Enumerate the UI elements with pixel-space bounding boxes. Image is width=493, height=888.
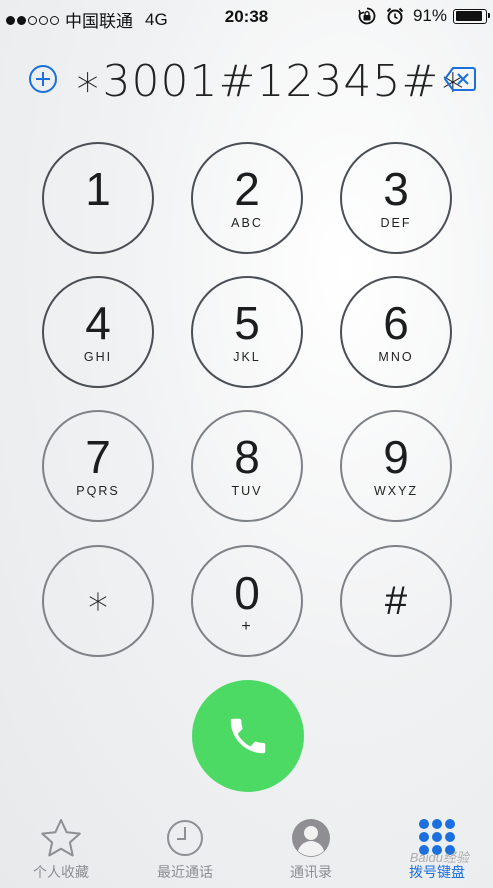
key-9[interactable]: 9 WXYZ (340, 410, 452, 522)
key-8[interactable]: 8 TUV (191, 410, 303, 522)
status-right: 91% (357, 6, 490, 26)
key-3[interactable]: 3 DEF (340, 142, 452, 254)
key-5[interactable]: 5 JKL (191, 276, 303, 388)
key-letters: MNO (378, 350, 414, 364)
key-digit: 3 (383, 163, 409, 215)
key-digit: 5 (234, 297, 260, 349)
key-1[interactable]: 1 (42, 142, 154, 254)
key-digit: # (384, 579, 408, 623)
key-letters: JKL (233, 350, 261, 364)
star-icon (41, 819, 81, 857)
key-digit: 1 (85, 163, 111, 215)
key-6[interactable]: 6 MNO (340, 276, 452, 388)
tab-bar: 个人收藏 最近通话 通讯录 拨号键盘 Baidu经验 (0, 812, 493, 888)
tab-favorites[interactable]: 个人收藏 (6, 812, 116, 882)
key-0[interactable]: 0 + (191, 545, 303, 657)
key-digit: 7 (85, 431, 111, 483)
key-letters: DEF (380, 216, 412, 230)
contacts-icon (292, 819, 330, 857)
key-letters: TUV (231, 484, 263, 498)
tab-contacts[interactable]: 通讯录 (256, 812, 366, 882)
alarm-icon (386, 7, 404, 25)
key-digit: 4 (85, 297, 111, 349)
watermark: Baidu经验 (409, 850, 469, 865)
phone-icon (230, 718, 266, 754)
key-letters: WXYZ (373, 484, 419, 498)
key-4[interactable]: 4 GHI (42, 276, 154, 388)
key-digit: 6 (383, 297, 409, 349)
key-digit: 0 (234, 567, 260, 619)
number-display: ∗3001#12345#∗ (0, 52, 493, 112)
status-bar: 中国联通 4G 20:38 91% (0, 0, 493, 34)
key-digit: ∗ (85, 579, 111, 623)
key-letters: + (241, 618, 253, 635)
key-digit: 9 (383, 431, 409, 483)
key-digit: 8 (234, 431, 260, 483)
key-letters: PQRS (76, 484, 120, 498)
tab-recents[interactable]: 最近通话 (130, 812, 240, 882)
key-7[interactable]: 7 PQRS (42, 410, 154, 522)
rotation-lock-icon (358, 7, 376, 25)
add-contact-icon[interactable] (28, 64, 58, 94)
key-hash[interactable]: # (340, 545, 452, 657)
dialed-number: ∗3001#12345#∗ (74, 56, 468, 107)
clock-icon (167, 820, 203, 856)
key-digit: 2 (234, 163, 260, 215)
key-2[interactable]: 2 ABC (191, 142, 303, 254)
key-letters: GHI (83, 350, 113, 364)
key-letters: ABC (231, 216, 263, 230)
tab-label: 最近通话 (157, 864, 213, 880)
battery-icon (453, 8, 490, 24)
backspace-icon[interactable] (443, 66, 477, 92)
tab-label: 个人收藏 (33, 864, 89, 880)
call-button[interactable] (192, 680, 304, 792)
key-star[interactable]: ∗ (42, 545, 154, 657)
battery-percent: 91% (412, 6, 447, 25)
tab-label: 通讯录 (290, 864, 332, 880)
